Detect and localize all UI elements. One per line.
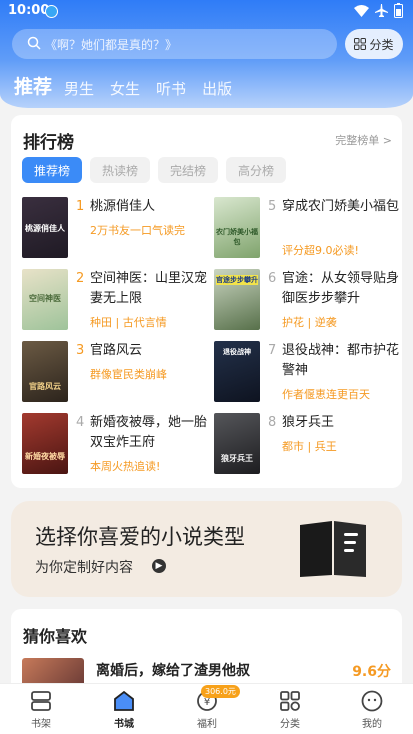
status-time: 10:00 xyxy=(8,3,50,18)
tab-recommend[interactable]: 推荐 xyxy=(14,72,52,99)
book-tag: 护花 | 逆袭 xyxy=(282,316,337,329)
rank-number: 2 xyxy=(76,271,85,286)
book-title: 新婚夜被辱，她一胎双宝炸王府 xyxy=(90,415,208,450)
book-tag: 群像宦民类崩峰 xyxy=(90,368,167,381)
rank-number: 8 xyxy=(268,415,277,430)
nav-category[interactable]: 分类 xyxy=(265,689,315,730)
book-title: 狼牙兵王 xyxy=(282,415,335,430)
guess-you-like-section: 猜你喜欢 离婚后，嫁给了渣男他叔 9.6分 xyxy=(11,609,402,689)
book-tag: 评分超9.0必读! xyxy=(282,244,359,257)
book-cover-title: 新婚夜被辱 xyxy=(25,452,65,461)
nav-bookshelf[interactable]: 书架 xyxy=(16,689,66,730)
guess-title: 猜你喜欢 xyxy=(23,627,88,646)
battery-icon xyxy=(394,3,403,18)
book-tag: 作者偃恵连更百天 xyxy=(282,388,370,401)
nav-label: 我的 xyxy=(362,719,382,730)
book-cover-title: 退役战神 xyxy=(223,348,251,356)
book-tag: 种田 | 古代言情 xyxy=(90,316,167,329)
rank-number: 4 xyxy=(76,415,85,430)
chip-hot[interactable]: 热读榜 xyxy=(90,157,150,183)
category-grid-icon xyxy=(280,691,300,711)
rank-book-item[interactable]: 退役战神 7 退役战神：都市护花警神 作者偃恵连更百天 xyxy=(214,341,404,405)
book-cover-title: 桃源俏佳人 xyxy=(25,224,65,233)
category-button[interactable]: 分类 xyxy=(345,29,403,59)
wifi-icon xyxy=(354,4,369,17)
welfare-badge: 306.0元 xyxy=(201,685,240,698)
book-cover-title: 官路风云 xyxy=(29,382,61,391)
book-icon xyxy=(300,521,366,577)
book-cover-title: 农门娇美小福包 xyxy=(216,228,258,246)
rank-book-item[interactable]: 官路风云 3 官路风云 群像宦民类崩峰 xyxy=(22,341,212,405)
tab-publish[interactable]: 出版 xyxy=(202,78,232,99)
book-tag: 都市 | 兵王 xyxy=(282,440,337,453)
notification-icon xyxy=(45,5,58,18)
rank-number: 7 xyxy=(268,343,277,358)
book-title: 官途：从女领导贴身御医步步攀升 xyxy=(282,271,400,306)
chip-finished[interactable]: 完结榜 xyxy=(158,157,218,183)
rank-book-item[interactable]: 官途步步攀升 6 官途：从女领导贴身御医步步攀升 护花 | 逆袭 xyxy=(214,269,404,333)
search-icon xyxy=(27,36,41,50)
rank-number: 5 xyxy=(268,199,277,214)
tab-male[interactable]: 男生 xyxy=(64,78,94,99)
status-bar: 10:00 xyxy=(0,0,413,24)
book-cover-title: 空间神医 xyxy=(29,294,61,303)
book-tag: 本周火热追读! xyxy=(90,460,161,473)
rank-book-item[interactable]: 农门娇美小福包 5 穿成农门娇美小福包 评分超9.0必读! xyxy=(214,197,404,261)
book-cover-title: 官途步步攀升 xyxy=(216,275,258,285)
book-title: 空间神医：山里汉宠妻无上限 xyxy=(90,271,208,306)
book-cover: 退役战神 xyxy=(214,341,260,402)
rank-number: 6 xyxy=(268,271,277,286)
book-cover: 官路风云 xyxy=(22,341,68,402)
ranking-card: 排行榜 完整榜单 > 推荐榜 热读榜 完结榜 高分榜 桃源俏佳人 1 桃源俏佳人… xyxy=(11,115,402,488)
ranking-title: 排行榜 xyxy=(23,133,74,153)
book-cover: 桃源俏佳人 xyxy=(22,197,68,258)
chip-recommend[interactable]: 推荐榜 xyxy=(22,157,82,183)
arrow-right-icon: ▶ xyxy=(152,559,166,573)
tab-audiobook[interactable]: 听书 xyxy=(156,78,186,99)
book-cover: 空间神医 xyxy=(22,269,68,330)
svg-text:¥: ¥ xyxy=(204,697,210,708)
bookstore-icon xyxy=(114,690,134,711)
rank-book-item[interactable]: 空间神医 2 空间神医：山里汉宠妻无上限 种田 | 古代言情 xyxy=(22,269,212,333)
book-cover: 狼牙兵王 xyxy=(214,413,260,474)
book-title: 穿成农门娇美小福包 xyxy=(282,199,400,214)
nav-label: 分类 xyxy=(280,719,300,730)
book-tag: 2万书友一口气读完 xyxy=(90,224,185,237)
nav-bookstore[interactable]: 书城 xyxy=(99,689,149,730)
chip-high-score[interactable]: 高分榜 xyxy=(226,157,286,183)
rank-book-item[interactable]: 新婚夜被辱 4 新婚夜被辱，她一胎双宝炸王府 本周火热追读! xyxy=(22,413,212,477)
book-cover: 农门娇美小福包 xyxy=(214,197,260,258)
rank-number: 1 xyxy=(76,199,85,214)
nav-profile[interactable]: 我的 xyxy=(347,689,397,730)
book-title: 官路风云 xyxy=(90,343,143,358)
genre-select-banner[interactable]: 选择你喜爱的小说类型 为你定制好内容 ▶ xyxy=(11,501,402,597)
guess-book-title[interactable]: 离婚后，嫁给了渣男他叔 xyxy=(96,660,250,680)
rank-book-item[interactable]: 桃源俏佳人 1 桃源俏佳人 2万书友一口气读完 xyxy=(22,197,212,261)
nav-label: 书架 xyxy=(31,719,51,730)
rank-book-item[interactable]: 狼牙兵王 8 狼牙兵王 都市 | 兵王 xyxy=(214,413,404,477)
airplane-mode-icon xyxy=(375,4,388,17)
grid-icon xyxy=(354,38,367,50)
ranking-chips: 推荐榜 热读榜 完结榜 高分榜 xyxy=(22,157,286,183)
search-placeholder: 《啊？她们都是真的？》 xyxy=(45,38,178,52)
nav-label: 书城 xyxy=(114,719,134,730)
book-cover: 官途步步攀升 xyxy=(214,269,260,330)
tab-female[interactable]: 女生 xyxy=(110,78,140,99)
category-button-label: 分类 xyxy=(369,37,394,52)
guess-book-score: 9.6分 xyxy=(352,664,391,680)
banner-title: 选择你喜爱的小说类型 xyxy=(35,525,245,549)
full-ranking-link[interactable]: 完整榜单 > xyxy=(335,132,392,148)
search-bar[interactable]: 《啊？她们都是真的？》 xyxy=(12,29,337,59)
book-cover-title: 狼牙兵王 xyxy=(221,454,253,463)
channel-tabs: 推荐 男生 女生 听书 出版 xyxy=(14,72,248,99)
rank-number: 3 xyxy=(76,343,85,358)
book-cover: 新婚夜被辱 xyxy=(22,413,68,474)
banner-subtitle: 为你定制好内容 xyxy=(35,560,133,576)
book-title: 退役战神：都市护花警神 xyxy=(282,343,400,378)
book-title: 桃源俏佳人 xyxy=(90,199,156,214)
bookshelf-icon xyxy=(31,691,51,711)
profile-icon xyxy=(361,690,383,712)
nav-label: 福利 xyxy=(197,719,217,730)
